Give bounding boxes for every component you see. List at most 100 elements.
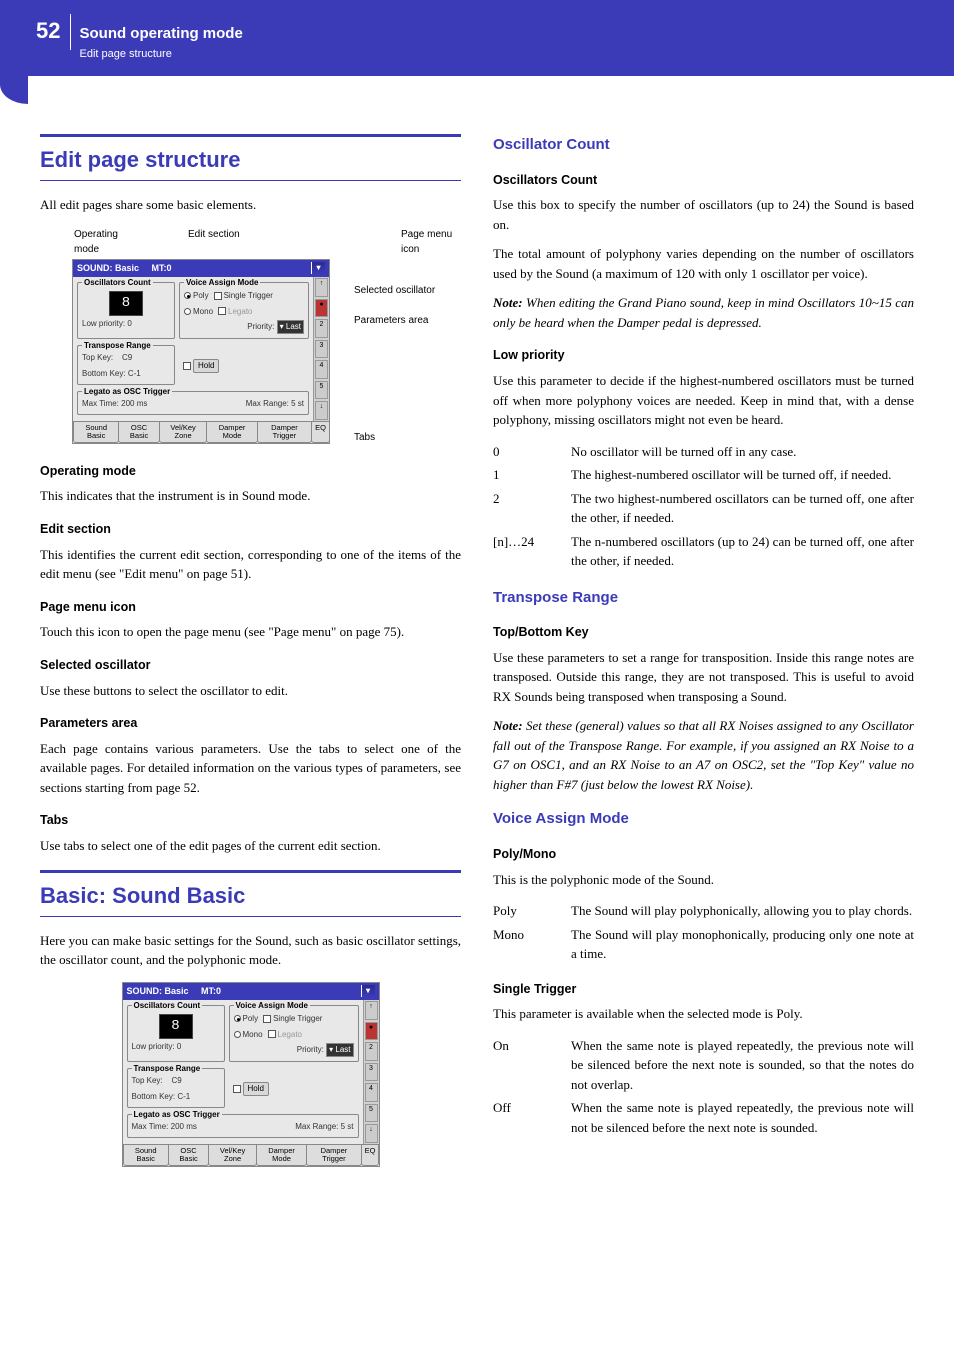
callout-edit-section: Edit section	[188, 227, 248, 257]
header-subtitle: Edit page structure	[79, 46, 242, 63]
hold-button-2: Hold	[243, 1082, 269, 1096]
h-operating-mode: Operating mode	[40, 462, 461, 481]
grp-transpose-2: Transpose Range	[132, 1063, 203, 1075]
bottom-key-value-2: C-1	[177, 1092, 190, 1101]
p-page-menu-icon: Touch this icon to open the page menu (s…	[40, 622, 461, 642]
p-selected-oscillator: Use these buttons to select the oscillat…	[40, 681, 461, 701]
h-voice-assign-mode: Voice Assign Mode	[493, 808, 914, 831]
grp-voice-assign-2: Voice Assign Mode	[234, 1000, 310, 1012]
section-basic-sound-basic: Basic: Sound Basic	[40, 870, 461, 917]
p-single-trigger: This parameter is available when the sel…	[493, 1004, 914, 1024]
ui-screenshot: SOUND: Basic MT:0 ▾ Oscillators Count 8 …	[72, 259, 330, 444]
h-page-menu-icon: Page menu icon	[40, 598, 461, 617]
lp-val-0: No oscillator will be turned off in any …	[571, 440, 914, 464]
ui-title-right: MT:0	[152, 263, 172, 273]
chk-legato-2: Legato	[278, 1030, 302, 1039]
lp-key-0: 0	[493, 440, 571, 464]
top-key-value-2: C9	[172, 1076, 182, 1085]
tab-sound-basic: Sound Basic	[73, 422, 119, 443]
ui-title-left: SOUND: Basic	[77, 263, 139, 273]
chk-legato: Legato	[228, 307, 252, 316]
h-oscillators-count: Oscillators Count	[493, 171, 914, 190]
radio-poly: Poly	[193, 291, 209, 300]
pm-key-1: Mono	[493, 923, 571, 966]
h-top-bottom-key: Top/Bottom Key	[493, 623, 914, 642]
p-osc-count-2: The total amount of polyphony varies dep…	[493, 244, 914, 283]
h-low-priority: Low priority	[493, 346, 914, 365]
st-key-1: Off	[493, 1096, 571, 1139]
tab-damper-trigger: Damper Trigger	[257, 422, 312, 443]
grp-transpose: Transpose Range	[82, 340, 153, 352]
bottom-key-value: C-1	[128, 369, 141, 378]
page-number: 52	[36, 14, 60, 47]
table-single-trigger: OnWhen the same note is played repeatedl…	[493, 1034, 914, 1140]
header-divider	[70, 14, 71, 50]
top-key-value: C9	[122, 353, 132, 362]
diagram-plain: SOUND: Basic MT:0 ▾ Oscillators Count 8 …	[40, 982, 461, 1167]
lp-key-1: 1	[493, 463, 571, 487]
grp-legato-trigger-2: Legato as OSC Trigger	[132, 1109, 222, 1121]
tab-damper-trigger-2: Damper Trigger	[306, 1145, 361, 1166]
grp-voice-assign: Voice Assign Mode	[184, 277, 260, 289]
h-transpose-range: Transpose Range	[493, 587, 914, 610]
callout-page-menu-icon: Page menu icon	[401, 227, 461, 257]
top-key-label: Top Key:	[82, 353, 113, 362]
tab-velkey-zone-2: Vel/Key Zone	[208, 1145, 257, 1166]
tab-eq-2: EQ	[361, 1145, 380, 1166]
p-low-priority: Use this parameter to decide if the high…	[493, 371, 914, 430]
sec1-intro: All edit pages share some basic elements…	[40, 195, 461, 215]
callout-params-area: Parameters area	[354, 315, 435, 327]
h-poly-mono: Poly/Mono	[493, 845, 914, 864]
chk-single-trigger-2: Single Trigger	[273, 1014, 322, 1023]
section-edit-page-structure: Edit page structure	[40, 134, 461, 181]
page-header: 52 Sound operating mode Edit page struct…	[0, 0, 954, 76]
ui-tabs: Sound Basic OSC Basic Vel/Key Zone Dampe…	[73, 421, 329, 443]
pm-val-1: The Sound will play monophonically, prod…	[571, 923, 914, 966]
menu-icon-2: ▾	[361, 985, 375, 997]
p-osc-count-1: Use this box to specify the number of os…	[493, 195, 914, 234]
callout-selected-osc: Selected oscillator	[354, 285, 435, 297]
lp-key-2: 2	[493, 487, 571, 530]
sec2-intro: Here you can make basic settings for the…	[40, 931, 461, 970]
st-val-1: When the same note is played repeatedly,…	[571, 1096, 914, 1139]
lp-val-3: The n-numbered oscillators (up to 24) ca…	[571, 530, 914, 573]
low-priority-2: Low priority: 0	[132, 1041, 220, 1053]
lp-key-3: [n]…24	[493, 530, 571, 573]
grp-legato-trigger: Legato as OSC Trigger	[82, 386, 172, 398]
tab-osc-basic-2: OSC Basic	[168, 1145, 209, 1166]
note-transpose: Note: Set these (general) values so that…	[493, 716, 914, 794]
st-key-0: On	[493, 1034, 571, 1097]
max-range-2: Max Range: 5 st	[295, 1121, 353, 1133]
priority-label: Priority:	[247, 322, 274, 331]
p-poly-mono: This is the polyphonic mode of the Sound…	[493, 870, 914, 890]
grp-osc-count-2: Oscillators Count	[132, 1000, 203, 1012]
tab-sound-basic-2: Sound Basic	[123, 1145, 169, 1166]
hold-button: Hold	[193, 359, 219, 373]
diagram-annotated: Operating mode Edit section Page menu ic…	[40, 227, 461, 444]
radio-mono: Mono	[193, 307, 213, 316]
h-oscillator-count: Oscillator Count	[493, 134, 914, 157]
table-low-priority: 0No oscillator will be turned off in any…	[493, 440, 914, 573]
header-title: Sound operating mode	[79, 23, 242, 46]
osc-selector-side-2: ↑●2345↓	[363, 1000, 379, 1144]
ui-title-right-2: MT:0	[201, 986, 221, 996]
table-poly-mono: PolyThe Sound will play polyphonically, …	[493, 899, 914, 966]
max-range: Max Range: 5 st	[246, 398, 304, 410]
pm-val-0: The Sound will play polyphonically, allo…	[571, 899, 914, 923]
st-val-0: When the same note is played repeatedly,…	[571, 1034, 914, 1097]
h-tabs: Tabs	[40, 811, 461, 830]
max-time: Max Time: 200 ms	[82, 398, 147, 410]
p-tabs: Use tabs to select one of the edit pages…	[40, 836, 461, 856]
osc-selector-side: ↑●2345↓	[313, 277, 329, 421]
tab-eq: EQ	[311, 422, 330, 443]
ui-title-left-2: SOUND: Basic	[127, 986, 189, 996]
h-parameters-area: Parameters area	[40, 714, 461, 733]
bottom-key-label-2: Bottom Key:	[132, 1092, 176, 1101]
tab-velkey-zone: Vel/Key Zone	[159, 422, 208, 443]
priority-label-2: Priority:	[297, 1045, 324, 1054]
menu-icon: ▾	[311, 262, 325, 274]
note-osc-count: Note: When editing the Grand Piano sound…	[493, 293, 914, 332]
p-operating-mode: This indicates that the instrument is in…	[40, 486, 461, 506]
ui-tabs-2: Sound Basic OSC Basic Vel/Key Zone Dampe…	[123, 1144, 379, 1166]
p-top-bottom-key: Use these parameters to set a range for …	[493, 648, 914, 707]
